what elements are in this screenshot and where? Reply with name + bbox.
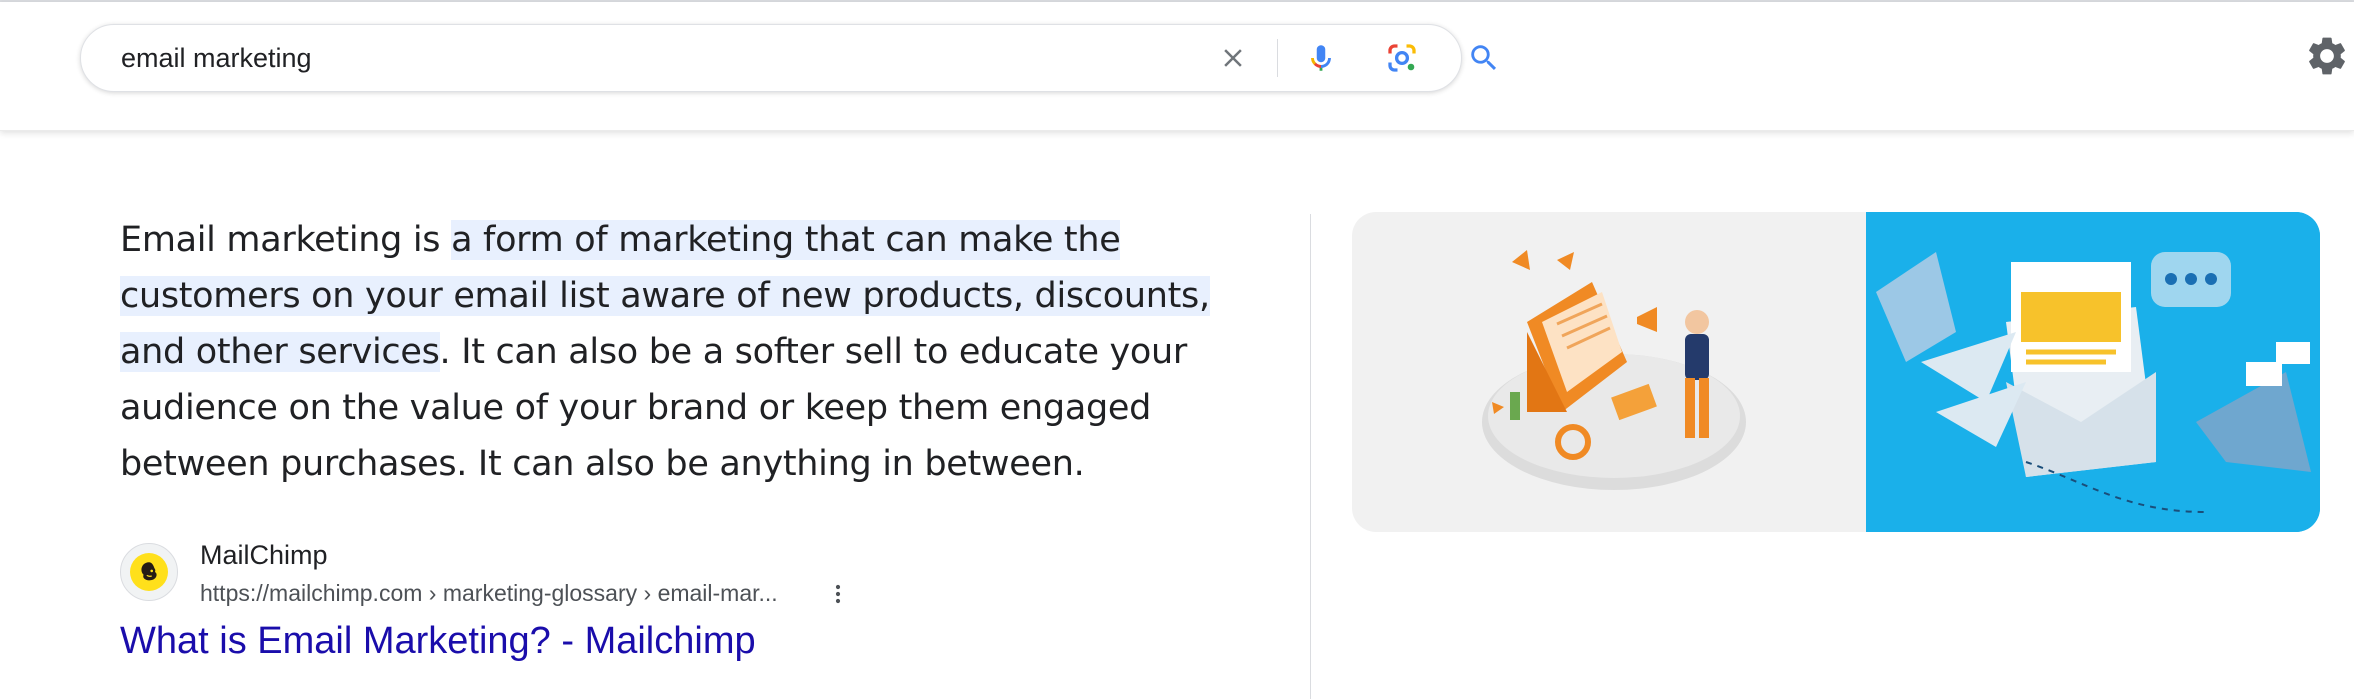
more-options-button[interactable] bbox=[822, 574, 854, 614]
search-divider bbox=[1277, 39, 1278, 77]
lens-icon bbox=[1388, 44, 1416, 72]
search-input[interactable]: email marketing bbox=[121, 25, 312, 91]
image-search-button[interactable] bbox=[1371, 25, 1433, 91]
source-favicon bbox=[120, 543, 178, 601]
settings-button[interactable] bbox=[2302, 30, 2352, 82]
search-header: email marketing bbox=[0, 2, 2354, 131]
clear-button[interactable] bbox=[1203, 25, 1263, 91]
search-box[interactable]: email marketing bbox=[80, 24, 1497, 92]
snippet-image-illustration[interactable] bbox=[1352, 212, 1866, 532]
column-divider bbox=[1310, 214, 1311, 699]
source-url: https://mailchimp.com › marketing-glossa… bbox=[200, 580, 778, 606]
search-button[interactable] bbox=[1453, 25, 1515, 91]
mailchimp-logo-icon bbox=[141, 562, 157, 581]
source-name: MailChimp bbox=[200, 540, 328, 570]
gear-icon bbox=[2309, 37, 2345, 75]
search-icon bbox=[1471, 45, 1497, 71]
result-source[interactable]: MailChimp https://mailchimp.com › market… bbox=[120, 540, 880, 610]
mailchimp-logo bbox=[130, 553, 168, 591]
email-marketing-illustration bbox=[1482, 250, 1746, 490]
snippet-text-before: Email marketing is bbox=[120, 220, 452, 260]
voice-search-button[interactable] bbox=[1291, 25, 1351, 91]
clear-icon bbox=[1224, 49, 1242, 67]
snippet-image-envelope[interactable] bbox=[1866, 212, 2320, 532]
result-title-link[interactable]: What is Email Marketing? - Mailchimp bbox=[120, 620, 756, 663]
featured-snippet-text: Email marketing is a form of marketing t… bbox=[120, 212, 1270, 492]
mic-icon bbox=[1311, 45, 1331, 71]
snippet-images bbox=[1352, 212, 2320, 532]
more-vert-icon bbox=[835, 584, 841, 604]
email-envelope-illustration bbox=[1866, 212, 2320, 532]
